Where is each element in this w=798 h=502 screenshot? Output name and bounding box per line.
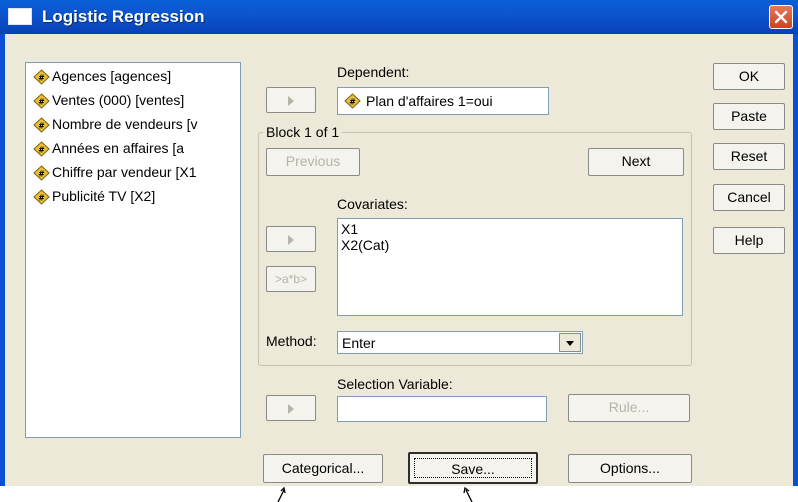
svg-text:#: # — [38, 194, 45, 203]
paste-button[interactable]: Paste — [713, 103, 785, 130]
interaction-button[interactable]: >a*b> — [266, 266, 316, 292]
svg-text:#: # — [38, 122, 45, 131]
list-item[interactable]: # Publicité TV [X2] — [33, 188, 239, 208]
dependent-label: Dependent: — [337, 64, 410, 80]
variable-label: Agences [agences] — [52, 68, 172, 84]
window-frame-right — [793, 34, 798, 486]
close-icon — [774, 10, 788, 24]
scale-variable-icon: # — [33, 141, 50, 157]
variable-label: Publicité TV [X2] — [52, 188, 156, 204]
svg-text:#: # — [38, 98, 45, 107]
block-label: Block 1 of 1 — [263, 124, 343, 140]
reset-button[interactable]: Reset — [713, 143, 785, 170]
dependent-value: Plan d'affaires 1=oui — [366, 93, 493, 109]
scale-variable-icon: # — [33, 93, 50, 109]
list-item[interactable]: X2(Cat) — [341, 237, 389, 253]
scale-variable-icon: # — [33, 165, 50, 181]
logistic-regression-dialog: Logistic Regression # Agences [agences] #… — [0, 0, 798, 502]
save-button[interactable]: Save... — [408, 452, 538, 484]
covariates-label: Covariates: — [337, 196, 408, 212]
focus-rectangle — [414, 458, 532, 478]
svg-text:#: # — [349, 98, 356, 107]
title-bar: Logistic Regression — [0, 0, 798, 34]
scale-variable-icon: # — [33, 189, 50, 205]
window-icon — [8, 8, 32, 25]
help-button[interactable]: Help — [713, 227, 785, 254]
move-to-covariates-button[interactable] — [266, 226, 316, 252]
options-button[interactable]: Options... — [568, 454, 692, 483]
svg-text:#: # — [38, 74, 45, 83]
selection-variable-field[interactable] — [337, 396, 547, 422]
close-button[interactable] — [769, 5, 793, 29]
annotation-arrow-icon — [463, 486, 473, 502]
list-item[interactable]: # Chiffre par vendeur [X1 — [33, 164, 239, 184]
ok-button[interactable]: OK — [713, 63, 785, 90]
list-item[interactable]: # Années en affaires [a — [33, 140, 239, 160]
method-select[interactable]: Enter — [337, 331, 583, 354]
scale-variable-icon: # — [344, 93, 361, 109]
scale-variable-icon: # — [33, 117, 50, 133]
covariates-list[interactable]: X1 X2(Cat) — [337, 218, 683, 316]
move-to-selection-button[interactable] — [266, 395, 316, 421]
next-button[interactable]: Next — [588, 148, 684, 176]
variable-label: Ventes (000) [ventes] — [52, 92, 185, 108]
selection-variable-label: Selection Variable: — [337, 376, 453, 392]
right-arrow-icon — [288, 235, 294, 245]
rule-button[interactable]: Rule... — [568, 394, 690, 422]
variable-label: Nombre de vendeurs [v — [52, 116, 198, 132]
scale-variable-icon: # — [33, 69, 50, 85]
list-item[interactable]: # Nombre de vendeurs [v — [33, 116, 239, 136]
method-label: Method: — [266, 333, 317, 349]
list-item[interactable]: # Ventes (000) [ventes] — [33, 92, 239, 112]
chevron-down-icon — [566, 341, 574, 346]
dependent-field[interactable]: # Plan d'affaires 1=oui — [337, 87, 549, 115]
cancel-button[interactable]: Cancel — [713, 184, 785, 211]
list-item[interactable]: # Agences [agences] — [33, 68, 239, 88]
window-title: Logistic Regression — [42, 7, 205, 26]
variable-label: Chiffre par vendeur [X1 — [52, 164, 197, 180]
previous-button[interactable]: Previous — [266, 148, 360, 176]
right-arrow-icon — [288, 96, 294, 106]
svg-text:#: # — [38, 170, 45, 179]
svg-text:#: # — [38, 146, 45, 155]
right-arrow-icon — [288, 404, 294, 414]
window-frame-left — [0, 34, 5, 486]
dropdown-arrow-button[interactable] — [559, 333, 581, 352]
variable-label: Années en affaires [a — [52, 140, 185, 156]
move-to-dependent-button[interactable] — [266, 87, 316, 113]
categorical-button[interactable]: Categorical... — [263, 454, 383, 483]
method-value: Enter — [342, 335, 376, 351]
list-item[interactable]: X1 — [341, 221, 358, 237]
annotation-arrow-icon — [277, 486, 286, 502]
variable-list[interactable]: # Agences [agences] # Ventes (000) [ventes… — [25, 62, 241, 438]
